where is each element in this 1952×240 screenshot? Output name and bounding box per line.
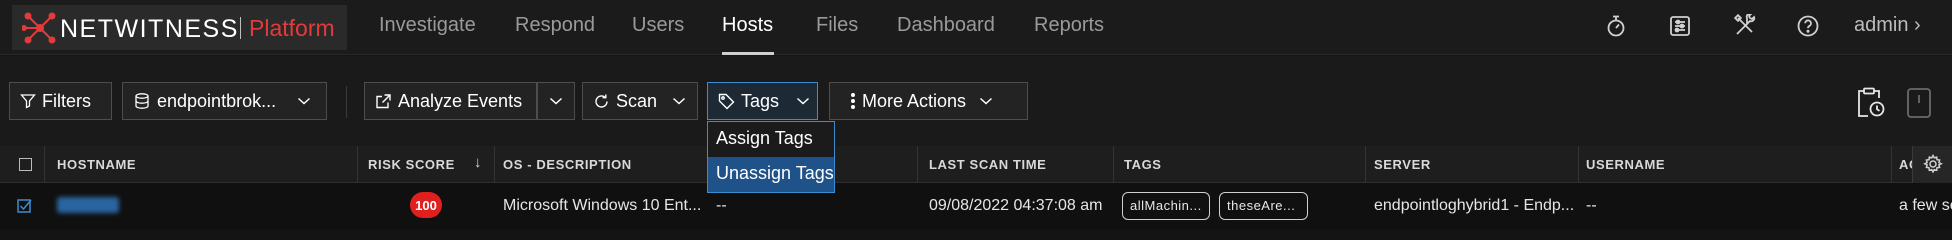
sort-descending-icon[interactable]: ↓ [474,154,482,171]
table-row[interactable]: 100 Microsoft Windows 10 Ent... -- 09/08… [0,183,1952,229]
scan-button[interactable]: Scan [582,82,698,120]
last-scan-time-cell: 09/08/2022 04:37:08 am [929,197,1103,214]
scan-label: Scan [616,90,658,111]
column-divider [1891,146,1892,183]
tools-icon[interactable] [1733,14,1757,38]
column-tags[interactable]: TAGS [1124,157,1162,172]
chevron-down-icon [298,97,311,105]
unassign-tags-option[interactable]: Unassign Tags [708,157,834,192]
risk-score-badge: 100 [410,192,442,218]
column-divider [1113,146,1114,183]
tags-label: Tags [741,90,780,111]
server-cell: endpointloghybrid1 - Endp... [1374,197,1575,214]
hosts-table-header: HOSTNAME RISK SCORE ↓ OS - DESCRIPTION L… [0,146,1952,183]
netwitness-logo-icon [22,12,56,44]
os-description-cell: Microsoft Windows 10 Ent... [503,197,702,214]
top-navigation-bar: NETWITNESS Platform Investigate Respond … [0,0,1952,55]
analyze-events-dropdown-toggle[interactable] [537,82,575,120]
nav-users[interactable]: Users [632,14,684,37]
column-divider [917,146,918,183]
row-checkbox-checked-icon[interactable] [17,198,33,214]
toolbar-divider [346,86,347,118]
select-all-checkbox[interactable] [19,158,32,171]
nav-dashboard[interactable]: Dashboard [897,14,995,37]
chevron-right-icon: › [1914,14,1921,36]
chevron-down-icon [797,97,810,105]
column-settings-button[interactable] [1912,146,1952,183]
extra-cell: -- [716,197,727,214]
help-icon[interactable] [1796,14,1820,38]
nav-hosts[interactable]: Hosts [722,14,773,37]
username-cell: -- [1586,197,1597,214]
nav-respond[interactable]: Respond [515,14,595,37]
active-nav-indicator [722,52,774,55]
user-name: admin [1854,14,1909,36]
column-divider [494,146,495,183]
column-risk-score[interactable]: RISK SCORE [368,157,455,172]
filter-icon [20,94,36,109]
tag-pill[interactable]: allMachin... [1122,192,1210,220]
gear-icon [1923,154,1943,174]
database-icon [135,93,149,109]
nav-investigate[interactable]: Investigate [379,14,476,37]
column-os-description[interactable]: OS - DESCRIPTION [503,157,632,172]
filters-button[interactable]: Filters [9,82,112,120]
hostname-link-redacted[interactable] [57,197,119,213]
tags-button[interactable]: Tags [707,82,818,120]
refresh-icon [595,94,608,108]
column-divider [1365,146,1366,183]
column-divider [1578,146,1579,183]
analyze-events-button[interactable]: Analyze Events [364,82,537,120]
more-vertical-icon [851,93,855,109]
tag-pill[interactable]: theseAre... [1219,192,1308,220]
service-select[interactable]: endpointbrok... [122,82,327,120]
brand-name: NETWITNESS [60,15,239,43]
brand-divider [240,17,241,39]
external-link-icon [376,93,391,108]
brand-logo[interactable]: NETWITNESS Platform [12,5,347,50]
user-menu[interactable]: admin › [1854,14,1921,37]
analyze-events-label: Analyze Events [398,90,523,111]
column-last-scan-time[interactable]: LAST SCAN TIME [929,157,1046,172]
service-select-label: endpointbrok... [157,90,277,111]
column-divider [357,146,358,183]
nav-reports[interactable]: Reports [1034,14,1104,37]
column-username[interactable]: USERNAME [1586,157,1665,172]
more-actions-button[interactable]: More Actions [829,82,1028,120]
sliders-icon[interactable] [1668,14,1692,38]
filters-label: Filters [42,90,91,111]
activity-cell: a few se [1899,197,1952,214]
brand-product: Platform [249,15,335,41]
column-hostname[interactable]: HOSTNAME [57,157,136,172]
tag-icon [718,93,735,109]
nav-files[interactable]: Files [816,14,858,37]
chevron-down-icon [549,97,563,105]
document-icon[interactable] [1906,87,1932,119]
stopwatch-icon[interactable] [1604,14,1628,38]
assign-tags-option[interactable]: Assign Tags [708,122,834,157]
chevron-down-icon [980,97,993,105]
column-divider [44,146,45,183]
chevron-down-icon [673,97,686,105]
column-server[interactable]: SERVER [1374,157,1431,172]
clipboard-clock-icon[interactable] [1856,87,1886,119]
tags-dropdown-menu: Assign Tags Unassign Tags [707,121,835,193]
more-actions-label: More Actions [862,90,967,111]
